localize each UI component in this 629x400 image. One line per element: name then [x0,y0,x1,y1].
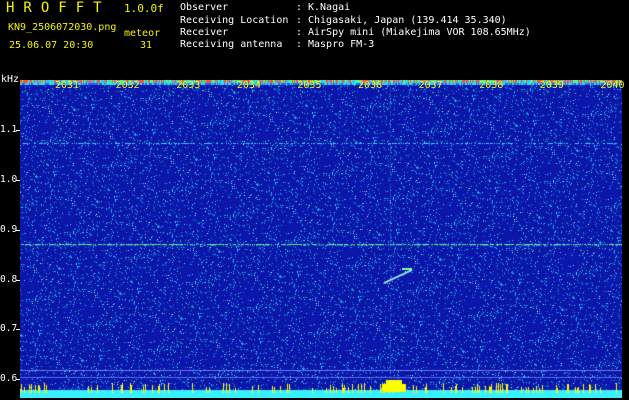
x-tick-label: 2031 [55,80,80,91]
observation-datetime: 25.06.07 20:30 [9,40,94,51]
info-colon: : [296,15,303,26]
x-tick-label: 2034 [236,80,261,91]
y-tick-label: 0.8 [0,274,18,285]
x-tick-label: 2040 [600,80,625,91]
y-tick-mark [16,230,20,231]
info-receiver: Receiver: AirSpy mini (Miakejima VOR 108.… [180,27,531,38]
y-tick-mark [16,329,20,330]
spectrogram-canvas [20,80,622,398]
file-name: KN9_2506072030.png [8,22,117,33]
x-tick-label: 2033 [176,80,201,91]
info-value: K.Nagai [308,2,351,13]
app-brand: HROFFT [6,0,111,16]
x-tick-label: 2037 [418,80,443,91]
info-colon: : [296,39,303,50]
x-tick-label: 2036 [358,80,383,91]
y-tick-label: 0.6 [0,373,18,384]
meteor-count: 31 [140,40,153,51]
x-tick-label: 2035 [297,80,322,91]
info-key: Observer [180,2,229,13]
spectrogram [20,80,622,398]
y-tick-mark [16,280,20,281]
info-colon: : [296,27,303,38]
y-tick-mark [16,180,20,181]
app-version: 1.0.0f [124,2,164,15]
x-tick-label: 2038 [479,80,504,91]
y-tick-label: 0.7 [0,323,18,334]
y-tick-mark [16,379,20,380]
meteor-label: meteor [124,28,161,39]
info-colon: : [296,2,303,13]
info-observer: Observer: K.Nagai [180,2,350,13]
info-key: Receiving antenna [180,39,283,50]
info-value: AirSpy mini (Miakejima VOR 108.65MHz) [308,27,531,38]
info-location: Receiving Location: Chigasaki, Japan (139… [180,15,507,26]
info-value: Chigasaki, Japan (139.414 35.340) [308,15,507,26]
info-antenna: Receiving antenna: Maspro FM-3 [180,39,374,50]
y-tick-mark [16,130,20,131]
y-tick-label: 0.9 [0,224,18,235]
info-key: Receiver [180,27,229,38]
y-tick-label: 1.1 [0,124,18,135]
y-tick-label: 1.0 [0,174,18,185]
info-key: Receiving Location [180,15,289,26]
y-axis-unit: kHz [1,74,20,85]
x-tick-label: 2039 [539,80,564,91]
info-value: Maspro FM-3 [308,39,375,50]
x-tick-label: 2032 [115,80,140,91]
